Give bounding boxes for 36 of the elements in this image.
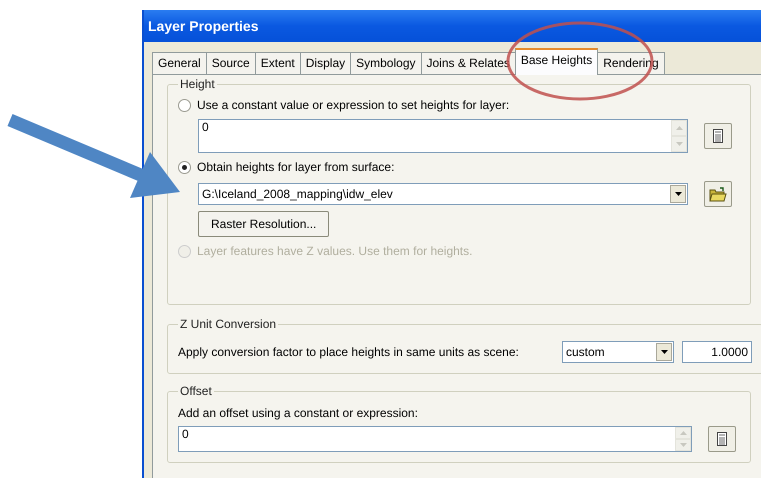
factor-field[interactable]: 1.0000 <box>682 341 752 363</box>
spin-up-button[interactable] <box>671 120 687 136</box>
caret-icon <box>660 350 668 354</box>
spin-up-button[interactable] <box>675 427 691 439</box>
tab[interactable]: Symbology <box>350 52 422 74</box>
raster-resolution-button[interactable]: Raster Resolution... <box>198 211 330 237</box>
up-arrow-icon <box>676 126 682 130</box>
tab[interactable]: Display <box>300 52 352 74</box>
group-legend: Z Unit Conversion <box>178 317 278 331</box>
down-arrow-icon <box>676 142 682 146</box>
tab[interactable]: Base Heights <box>514 48 598 75</box>
radio-option[interactable]: Use a constant value or expression to set heights for layer: <box>178 95 740 115</box>
calculator-button[interactable] <box>708 426 736 452</box>
unit-dropdown[interactable]: custom <box>562 341 674 363</box>
down-arrow-icon <box>680 443 686 447</box>
offset-field[interactable]: 0 <box>178 426 692 452</box>
spin-down-button[interactable] <box>671 136 687 152</box>
group-legend: Height <box>178 77 217 91</box>
group-legend: Offset <box>178 384 214 398</box>
open-folder-button[interactable] <box>704 181 732 207</box>
calculator-icon <box>717 432 727 446</box>
tab[interactable]: Source <box>206 52 256 74</box>
caret-icon <box>674 192 682 196</box>
calculator-icon <box>713 129 723 143</box>
tab[interactable]: General <box>152 52 207 74</box>
folder-icon <box>709 186 727 202</box>
expression-field[interactable]: 0 <box>198 119 688 153</box>
calculator-button[interactable] <box>704 123 732 149</box>
radio-option[interactable]: Obtain heights for layer from surface: <box>178 157 740 177</box>
up-arrow-icon <box>680 431 686 435</box>
tab[interactable]: Extent <box>254 52 301 74</box>
conversion-label: Apply conversion factor to place heights in same units as scene: <box>178 345 520 359</box>
spin-down-button[interactable] <box>675 439 691 451</box>
offset-label: Add an offset using a constant or expression: <box>178 406 419 420</box>
surface-dropdown[interactable]: G:\Iceland_2008_mapping\idw_elev <box>198 183 688 205</box>
window-title: Layer Properties <box>148 18 258 34</box>
